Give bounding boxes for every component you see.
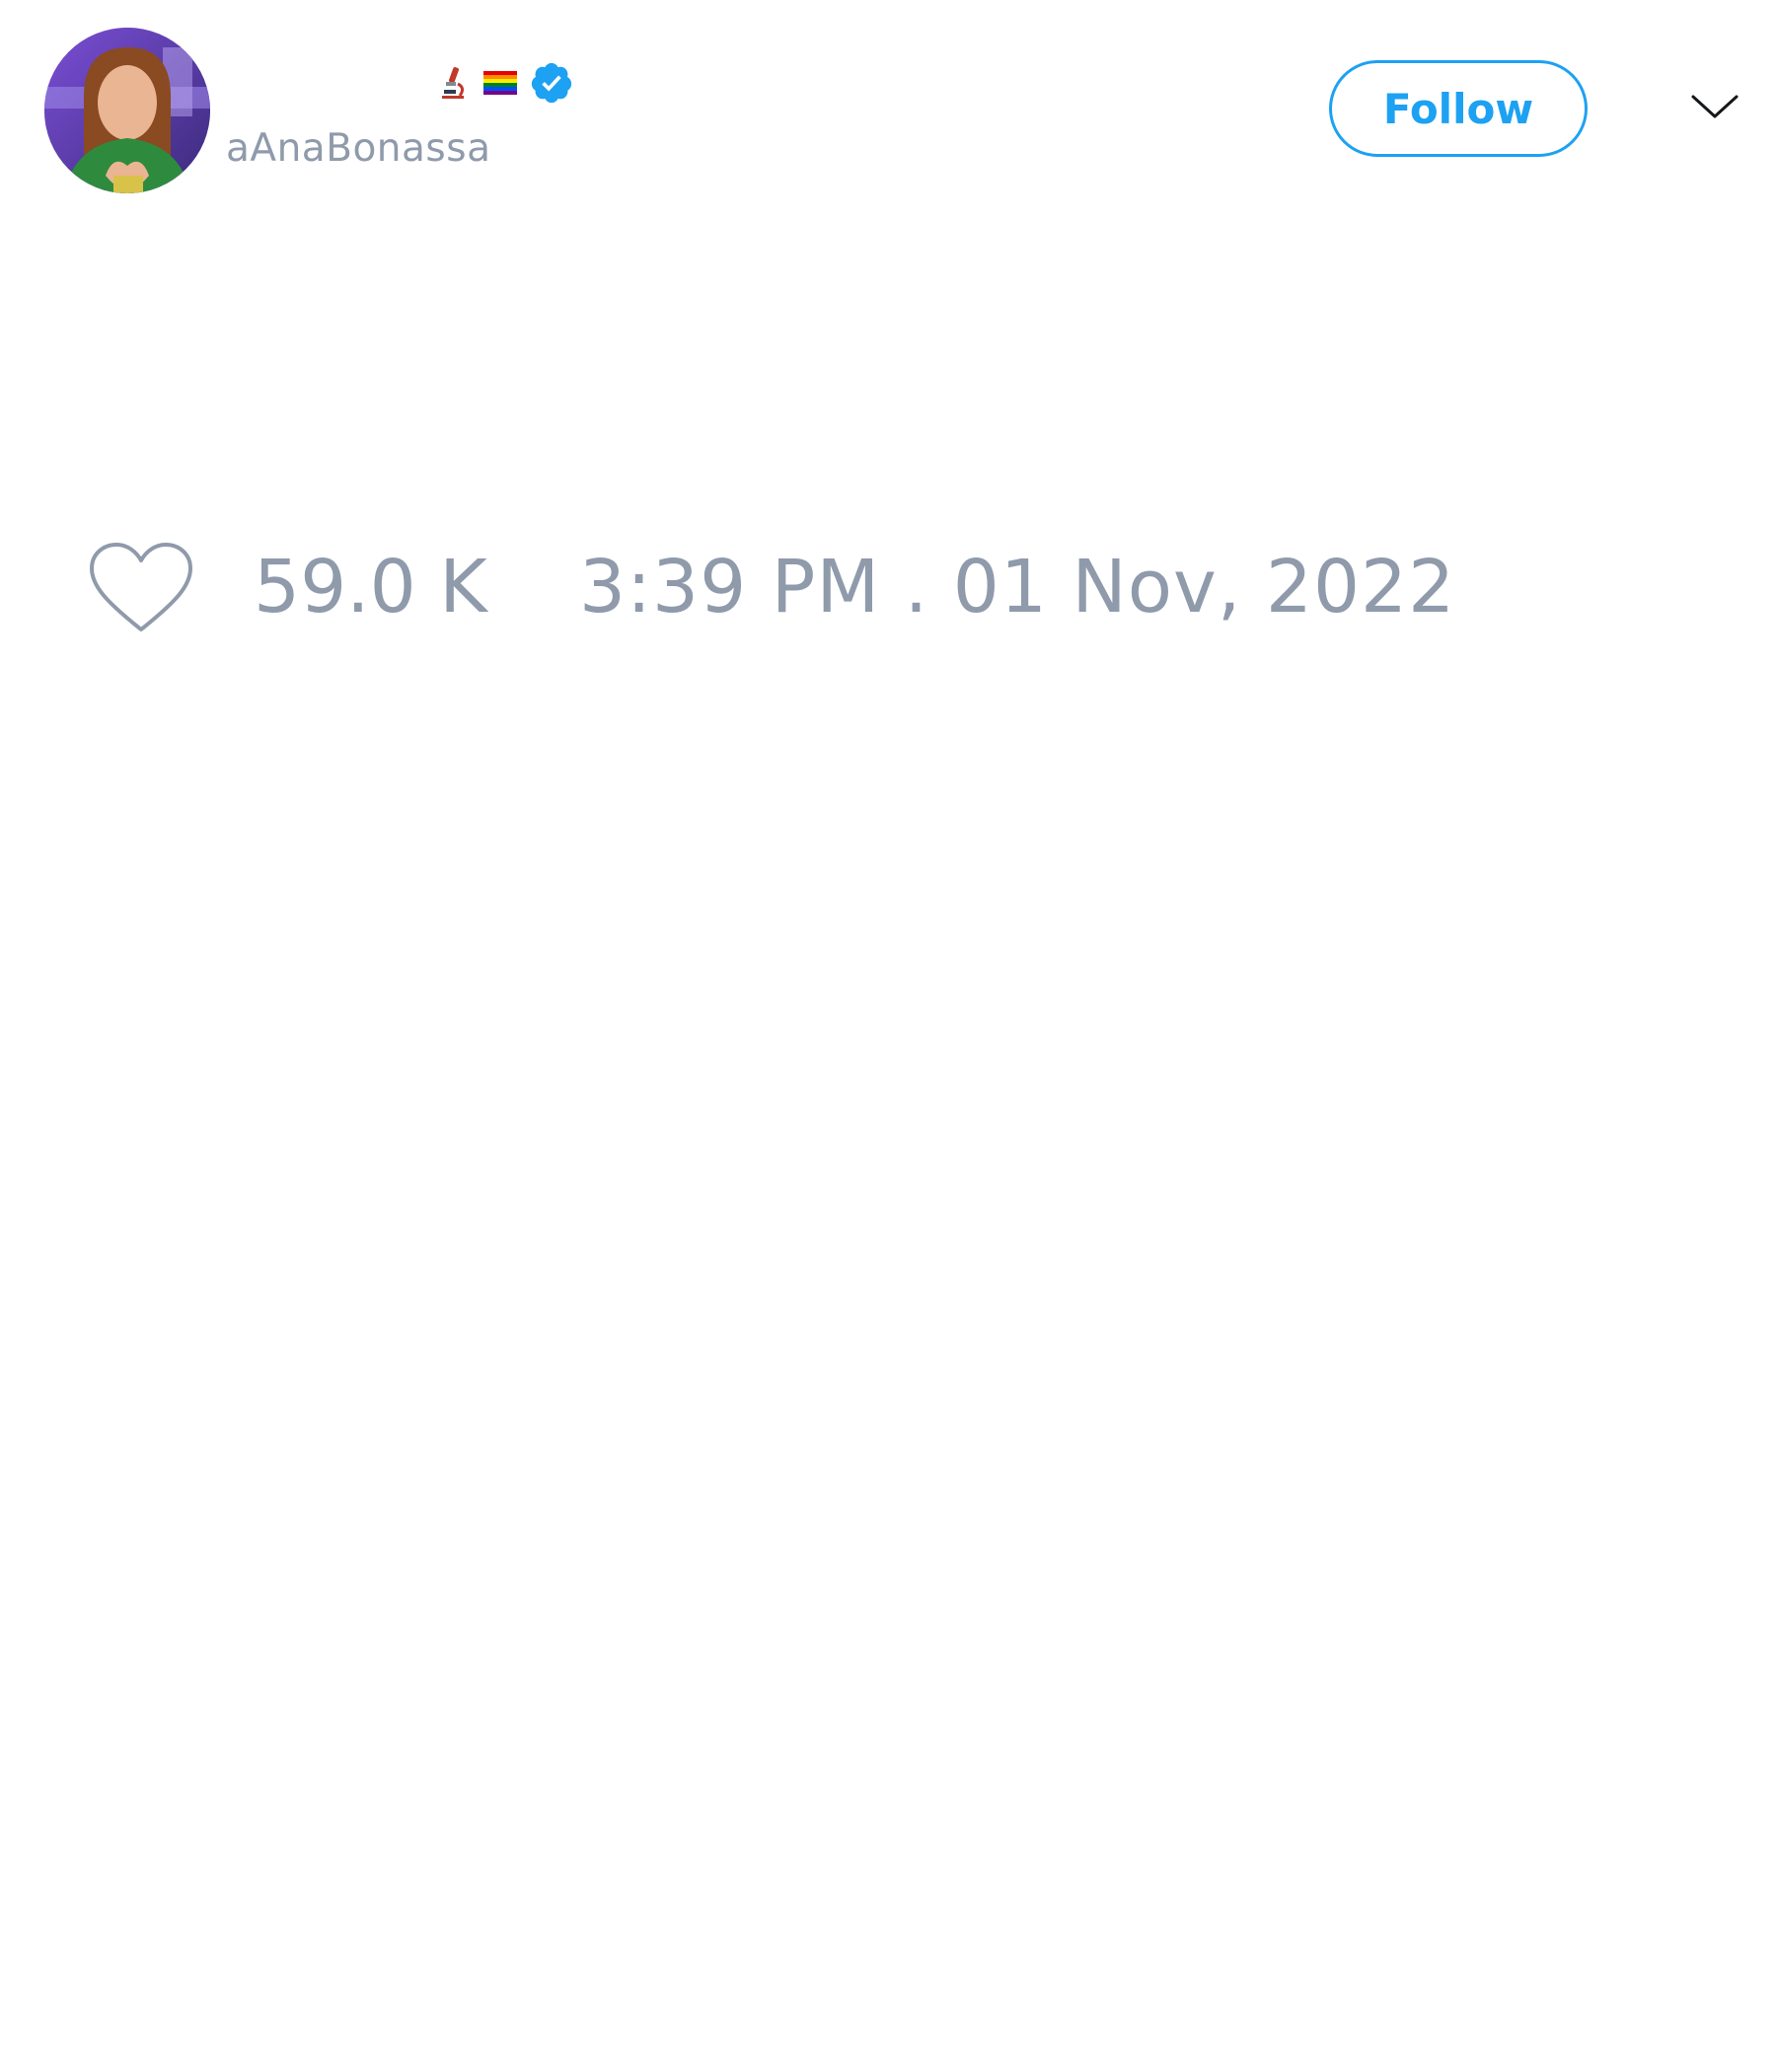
author-handle[interactable]: aAnaBonassa bbox=[226, 126, 490, 171]
avatar[interactable] bbox=[44, 28, 210, 193]
microscope-icon bbox=[434, 64, 472, 102]
verified-icon bbox=[529, 60, 574, 106]
rainbow-flag-icon bbox=[481, 64, 519, 102]
author-name-row bbox=[227, 55, 574, 111]
tweet-timestamp[interactable]: 3:39 PM . 01 Nov, 2022 bbox=[579, 545, 1455, 629]
chevron-down-icon[interactable] bbox=[1689, 91, 1740, 122]
avatar-photo bbox=[44, 28, 210, 193]
heart-icon[interactable] bbox=[87, 541, 195, 635]
tweet-card: aAnaBonassa Follow 59.0 K 3:39 PM . 01 N… bbox=[0, 0, 1776, 2072]
follow-button[interactable]: Follow bbox=[1329, 60, 1588, 157]
like-count: 59.0 K bbox=[254, 545, 487, 629]
